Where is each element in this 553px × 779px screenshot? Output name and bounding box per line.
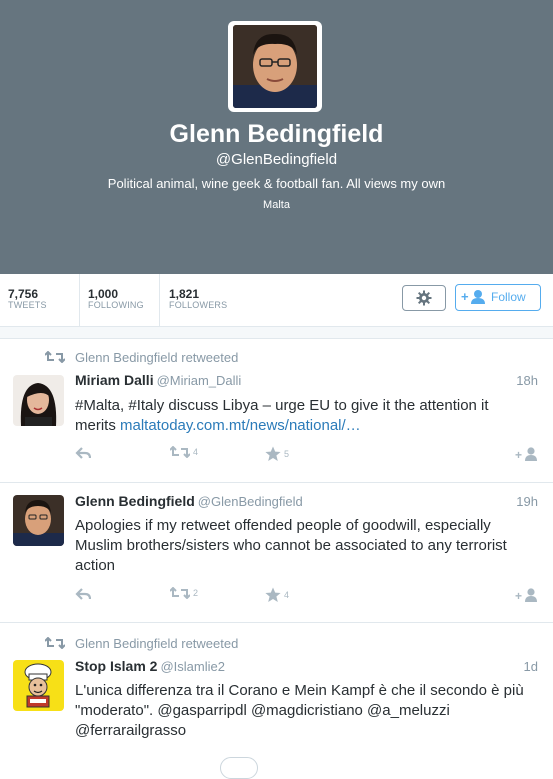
star-icon <box>265 587 281 602</box>
retweet-button[interactable]: 4 <box>170 446 198 458</box>
add-user-icon: + <box>461 289 485 304</box>
author-handle: @Miriam_Dalli <box>156 373 242 388</box>
stat-divider <box>79 274 80 326</box>
add-user-icon: + <box>515 588 537 603</box>
favorite-count: 5 <box>284 449 290 459</box>
author-handle: @GlenBedingfield <box>197 494 303 509</box>
stat-divider <box>159 274 160 326</box>
star-icon <box>265 446 281 461</box>
author-name: Miriam Dalli <box>75 372 154 388</box>
stat-followers-count: 1,821 <box>169 287 200 301</box>
tweet-author[interactable]: Glenn Bedingfield @GlenBedingfield <box>75 493 303 509</box>
tweet-timestamp[interactable]: 19h <box>516 494 538 509</box>
retweet-icon <box>45 351 65 363</box>
retweet-button[interactable]: 2 <box>170 587 198 599</box>
tweet-link[interactable]: maltatoday.com.mt/news/national/… <box>120 417 361 434</box>
avatar[interactable] <box>13 660 64 711</box>
stat-followers-label: FOLLOWERS <box>169 300 228 310</box>
retweet-context[interactable]: Glenn Bedingfield retweeted <box>75 636 238 651</box>
tweet-author[interactable]: Miriam Dalli @Miriam_Dalli <box>75 372 241 388</box>
load-more-indicator[interactable] <box>220 757 258 779</box>
stat-followers[interactable]: 1,821 FOLLOWERS <box>169 274 249 326</box>
profile-name: Glenn Bedingfield <box>169 120 384 148</box>
profile-avatar[interactable] <box>228 21 322 112</box>
reply-icon <box>75 447 91 459</box>
author-name: Stop Islam 2 <box>75 658 158 674</box>
tweet-timestamp[interactable]: 18h <box>516 373 538 388</box>
tweet-item[interactable]: Glenn Bedingfield retweeted Stop Islam 2… <box>0 623 553 779</box>
stat-tweets-label: TWEETS <box>8 300 47 310</box>
stat-tweets-count: 7,756 <box>8 287 39 301</box>
avatar[interactable] <box>13 375 64 426</box>
favorite-button[interactable]: 5 <box>265 446 289 462</box>
svg-text:+: + <box>515 448 522 462</box>
follow-button[interactable]: + Follow <box>455 284 541 311</box>
svg-text:+: + <box>515 589 522 603</box>
tweet-actions: 4 5 + <box>75 446 540 464</box>
retweet-count: 4 <box>193 447 199 457</box>
profile-photo <box>233 25 317 108</box>
retweet-icon <box>170 587 190 599</box>
reply-button[interactable] <box>75 587 91 601</box>
retweet-context[interactable]: Glenn Bedingfield retweeted <box>75 350 238 365</box>
tweet-text: #Malta, #Italy discuss Libya – urge EU t… <box>75 396 530 436</box>
add-user-icon: + <box>515 447 537 462</box>
follow-author-button[interactable]: + <box>515 587 539 603</box>
svg-text:+: + <box>461 289 469 304</box>
tweet-text: L'unica differenza tra il Corano e Mein … <box>75 682 524 739</box>
profile-handle[interactable]: @GlenBedingfield <box>0 151 553 168</box>
profile-bio: Political animal, wine geek & football f… <box>107 176 446 191</box>
profile-location: Malta <box>263 199 290 211</box>
reply-icon <box>75 588 91 600</box>
tweet-item[interactable]: Glenn Bedingfield retweeted Miriam Dalli… <box>0 339 553 483</box>
follow-author-button[interactable]: + <box>515 446 539 462</box>
favorite-count: 4 <box>284 590 290 600</box>
stat-following[interactable]: 1,000 FOLLOWING <box>88 274 158 326</box>
settings-button[interactable] <box>402 285 446 311</box>
reply-button[interactable] <box>75 446 91 460</box>
stat-following-count: 1,000 <box>88 287 119 301</box>
author-handle: @Islamlie2 <box>160 659 225 674</box>
stat-following-label: FOLLOWING <box>88 300 144 310</box>
tweet-item[interactable]: Glenn Bedingfield @GlenBedingfield 19h Ap… <box>0 483 553 623</box>
follow-label: Follow <box>491 290 526 304</box>
retweet-icon <box>170 446 190 458</box>
tweet-timestamp[interactable]: 1d <box>524 659 538 674</box>
retweet-icon <box>45 637 65 649</box>
favorite-button[interactable]: 4 <box>265 587 289 603</box>
stat-tweets[interactable]: 7,756 TWEETS <box>8 274 78 326</box>
tweet-author[interactable]: Stop Islam 2 @Islamlie2 <box>75 658 225 674</box>
author-name: Glenn Bedingfield <box>75 493 195 509</box>
gear-icon <box>416 290 432 306</box>
divider <box>0 327 553 339</box>
tweet-text: Apologies if my retweet offended people … <box>75 517 507 574</box>
profile-header: Glenn Bedingfield @GlenBedingfield Polit… <box>0 0 553 274</box>
tweet-actions: 2 4 + <box>75 587 540 605</box>
avatar[interactable] <box>13 495 64 546</box>
retweet-count: 2 <box>193 588 199 598</box>
